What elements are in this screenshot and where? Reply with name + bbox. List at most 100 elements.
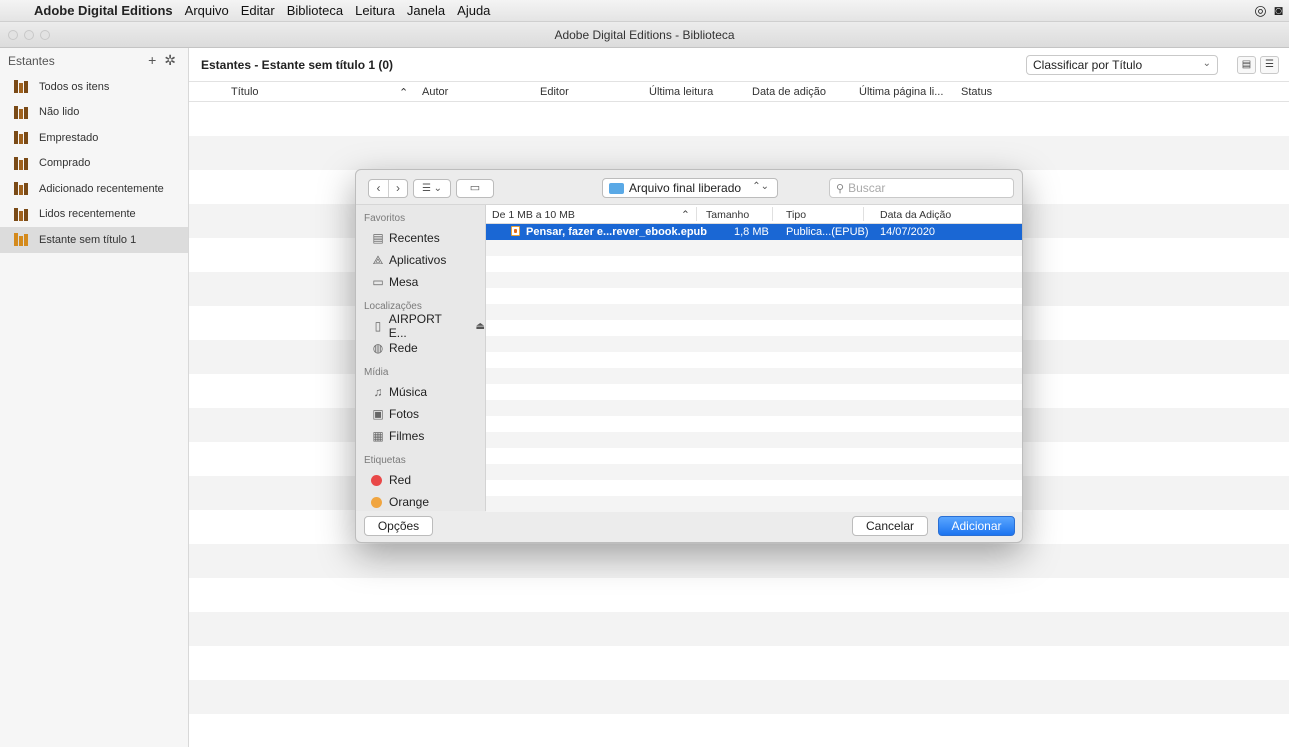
- new-folder-button[interactable]: ▭: [456, 179, 494, 198]
- back-button[interactable]: ‹: [369, 180, 388, 197]
- sidebar-item-rede[interactable]: ◍ Rede: [356, 337, 485, 359]
- search-input[interactable]: ⚲ Buscar: [829, 178, 1014, 198]
- sidebar-item-estante-sem-titulo-1[interactable]: Estante sem título 1: [0, 227, 188, 253]
- column-header-type[interactable]: Tipo: [786, 209, 806, 221]
- table-row: [189, 612, 1289, 646]
- table-row: [189, 578, 1289, 612]
- sidebar-item-label: Estante sem título 1: [39, 233, 137, 246]
- options-button[interactable]: Opções: [364, 516, 433, 536]
- table-row: [189, 544, 1289, 578]
- menu-app-name[interactable]: Adobe Digital Editions: [34, 3, 173, 18]
- sidebar-item-mesa[interactable]: ▭ Mesa: [356, 271, 485, 293]
- bookshelf-icon: [14, 182, 30, 196]
- file-row-selected[interactable]: Pensar, fazer e...rever_ebook.epub 1,8 M…: [486, 224, 1022, 240]
- sort-ascending-icon: ⌃: [681, 209, 690, 221]
- file-type: Publica...(EPUB): [786, 226, 869, 238]
- search-icon: ⚲: [836, 182, 845, 195]
- bookshelf-icon: [14, 156, 30, 170]
- menu-leitura[interactable]: Leitura: [355, 3, 395, 18]
- add-shelf-icon[interactable]: +: [148, 52, 156, 69]
- sidebar-item-fotos[interactable]: ▣ Fotos: [356, 403, 485, 425]
- menu-ajuda[interactable]: Ajuda: [457, 3, 490, 18]
- sidebar-item-adicionado-recentemente[interactable]: Adicionado recentemente: [0, 176, 188, 202]
- column-header-date-added[interactable]: Data de adição: [752, 86, 826, 98]
- sidebar-item-label: Adicionado recentemente: [39, 182, 164, 195]
- creative-cloud-icon[interactable]: ◎: [1254, 2, 1266, 19]
- gear-icon[interactable]: ✲: [164, 52, 176, 69]
- cancel-button[interactable]: Cancelar: [852, 516, 928, 536]
- sidebar-item-label: Aplicativos: [389, 253, 447, 267]
- recents-icon: ▤: [372, 231, 384, 245]
- menu-janela[interactable]: Janela: [407, 3, 445, 18]
- list-item: [486, 256, 1022, 272]
- section-favoritos: Favoritos: [364, 213, 406, 224]
- menu-biblioteca[interactable]: Biblioteca: [287, 3, 343, 18]
- sidebar-item-tag-orange[interactable]: Orange: [356, 491, 485, 511]
- applications-icon: ⟁: [372, 253, 384, 267]
- menu-arquivo[interactable]: Arquivo: [185, 3, 229, 18]
- bookshelf-icon: [14, 131, 30, 145]
- table-row: [189, 680, 1289, 714]
- sidebar-item-emprestado[interactable]: Emprestado: [0, 125, 188, 151]
- file-list: De 1 MB a 10 MB ⌃ Tamanho Tipo Data da A…: [486, 205, 1022, 512]
- sidebar-item-airport[interactable]: ▯ AIRPORT E... ⏏: [356, 312, 485, 340]
- sidebar-item-tag-red[interactable]: Red: [356, 469, 485, 491]
- section-etiquetas: Etiquetas: [364, 455, 406, 466]
- red-tag-icon: [371, 474, 382, 486]
- sidebar-item-nao-lido[interactable]: Não lido: [0, 100, 188, 126]
- sidebar-item-filmes[interactable]: ▦ Filmes: [356, 425, 485, 447]
- column-header-date[interactable]: Data da Adição: [880, 209, 951, 221]
- sidebar-item-label: Emprestado: [39, 131, 99, 144]
- search-placeholder: Buscar: [848, 181, 886, 195]
- list-item: [486, 480, 1022, 496]
- bookshelf-icon: [14, 80, 30, 94]
- sidebar-title: Estantes: [8, 54, 55, 68]
- list-item: [486, 416, 1022, 432]
- column-header-publisher[interactable]: Editor: [540, 86, 569, 98]
- sidebar-item-label: Red: [389, 473, 412, 487]
- column-header-last-read[interactable]: Última leitura: [649, 86, 713, 98]
- sidebar-item-musica[interactable]: ♫ Música: [356, 381, 485, 403]
- thumbnail-view-button[interactable]: ▤: [1237, 56, 1256, 74]
- list-item: [486, 448, 1022, 464]
- dialog-footer: Opções Cancelar Adicionar: [356, 510, 1022, 542]
- column-header-status[interactable]: Status: [961, 86, 992, 98]
- list-item: [486, 240, 1022, 256]
- camera-icon: ▣: [372, 407, 384, 421]
- sidebar-item-label: Recentes: [389, 231, 440, 245]
- sidebar-item-comprado[interactable]: Comprado: [0, 151, 188, 177]
- sidebar-item-aplicativos[interactable]: ⟁ Aplicativos: [356, 249, 485, 271]
- eject-icon[interactable]: ⏏: [476, 321, 485, 332]
- column-header-last-page[interactable]: Última página li...: [859, 86, 943, 98]
- column-header-size[interactable]: Tamanho: [706, 209, 749, 221]
- sort-select[interactable]: Classificar por Título ⌄: [1026, 55, 1218, 75]
- sidebar-item-lidos-recentemente[interactable]: Lidos recentemente: [0, 202, 188, 228]
- list-item: [486, 288, 1022, 304]
- sidebar-item-recentes[interactable]: ▤ Recentes: [356, 227, 485, 249]
- open-file-dialog: ‹ › ☰ ⌄ ▭ Arquivo final liberado ⌃⌄ ⚲ Bu…: [355, 169, 1023, 543]
- dialog-toolbar: ‹ › ☰ ⌄ ▭ Arquivo final liberado ⌃⌄ ⚲ Bu…: [356, 170, 1022, 204]
- column-header-title[interactable]: Título: [231, 86, 259, 98]
- sidebar-item-label: Lidos recentemente: [39, 208, 136, 221]
- column-header-group[interactable]: De 1 MB a 10 MB: [492, 209, 575, 221]
- location-select[interactable]: Arquivo final liberado ⌃⌄: [602, 178, 778, 198]
- list-view-button[interactable]: ☰: [1260, 56, 1279, 74]
- column-header-author[interactable]: Autor: [422, 86, 448, 98]
- menu-editar[interactable]: Editar: [241, 3, 275, 18]
- sidebar-item-label: Mesa: [389, 275, 419, 289]
- forward-button[interactable]: ›: [388, 180, 407, 197]
- add-button[interactable]: Adicionar: [938, 516, 1015, 536]
- disk-icon: ▯: [374, 319, 382, 333]
- app-status-icon[interactable]: ◙: [1275, 2, 1283, 19]
- sidebar-item-label: Rede: [389, 341, 418, 355]
- sidebar-item-label: Fotos: [389, 407, 420, 421]
- sidebar-header: Estantes + ✲: [0, 48, 188, 74]
- sidebar-item-todos-os-itens[interactable]: Todos os itens: [0, 74, 188, 100]
- music-icon: ♫: [373, 385, 383, 399]
- list-item: [486, 400, 1022, 416]
- sidebar-item-label: Comprado: [39, 157, 91, 170]
- sidebar: Estantes + ✲ Todos os itens Não lido Emp…: [0, 48, 189, 747]
- view-mode-button[interactable]: ☰ ⌄: [413, 179, 451, 198]
- window-title: Adobe Digital Editions - Biblioteca: [554, 28, 735, 42]
- sidebar-item-label: Filmes: [389, 429, 425, 443]
